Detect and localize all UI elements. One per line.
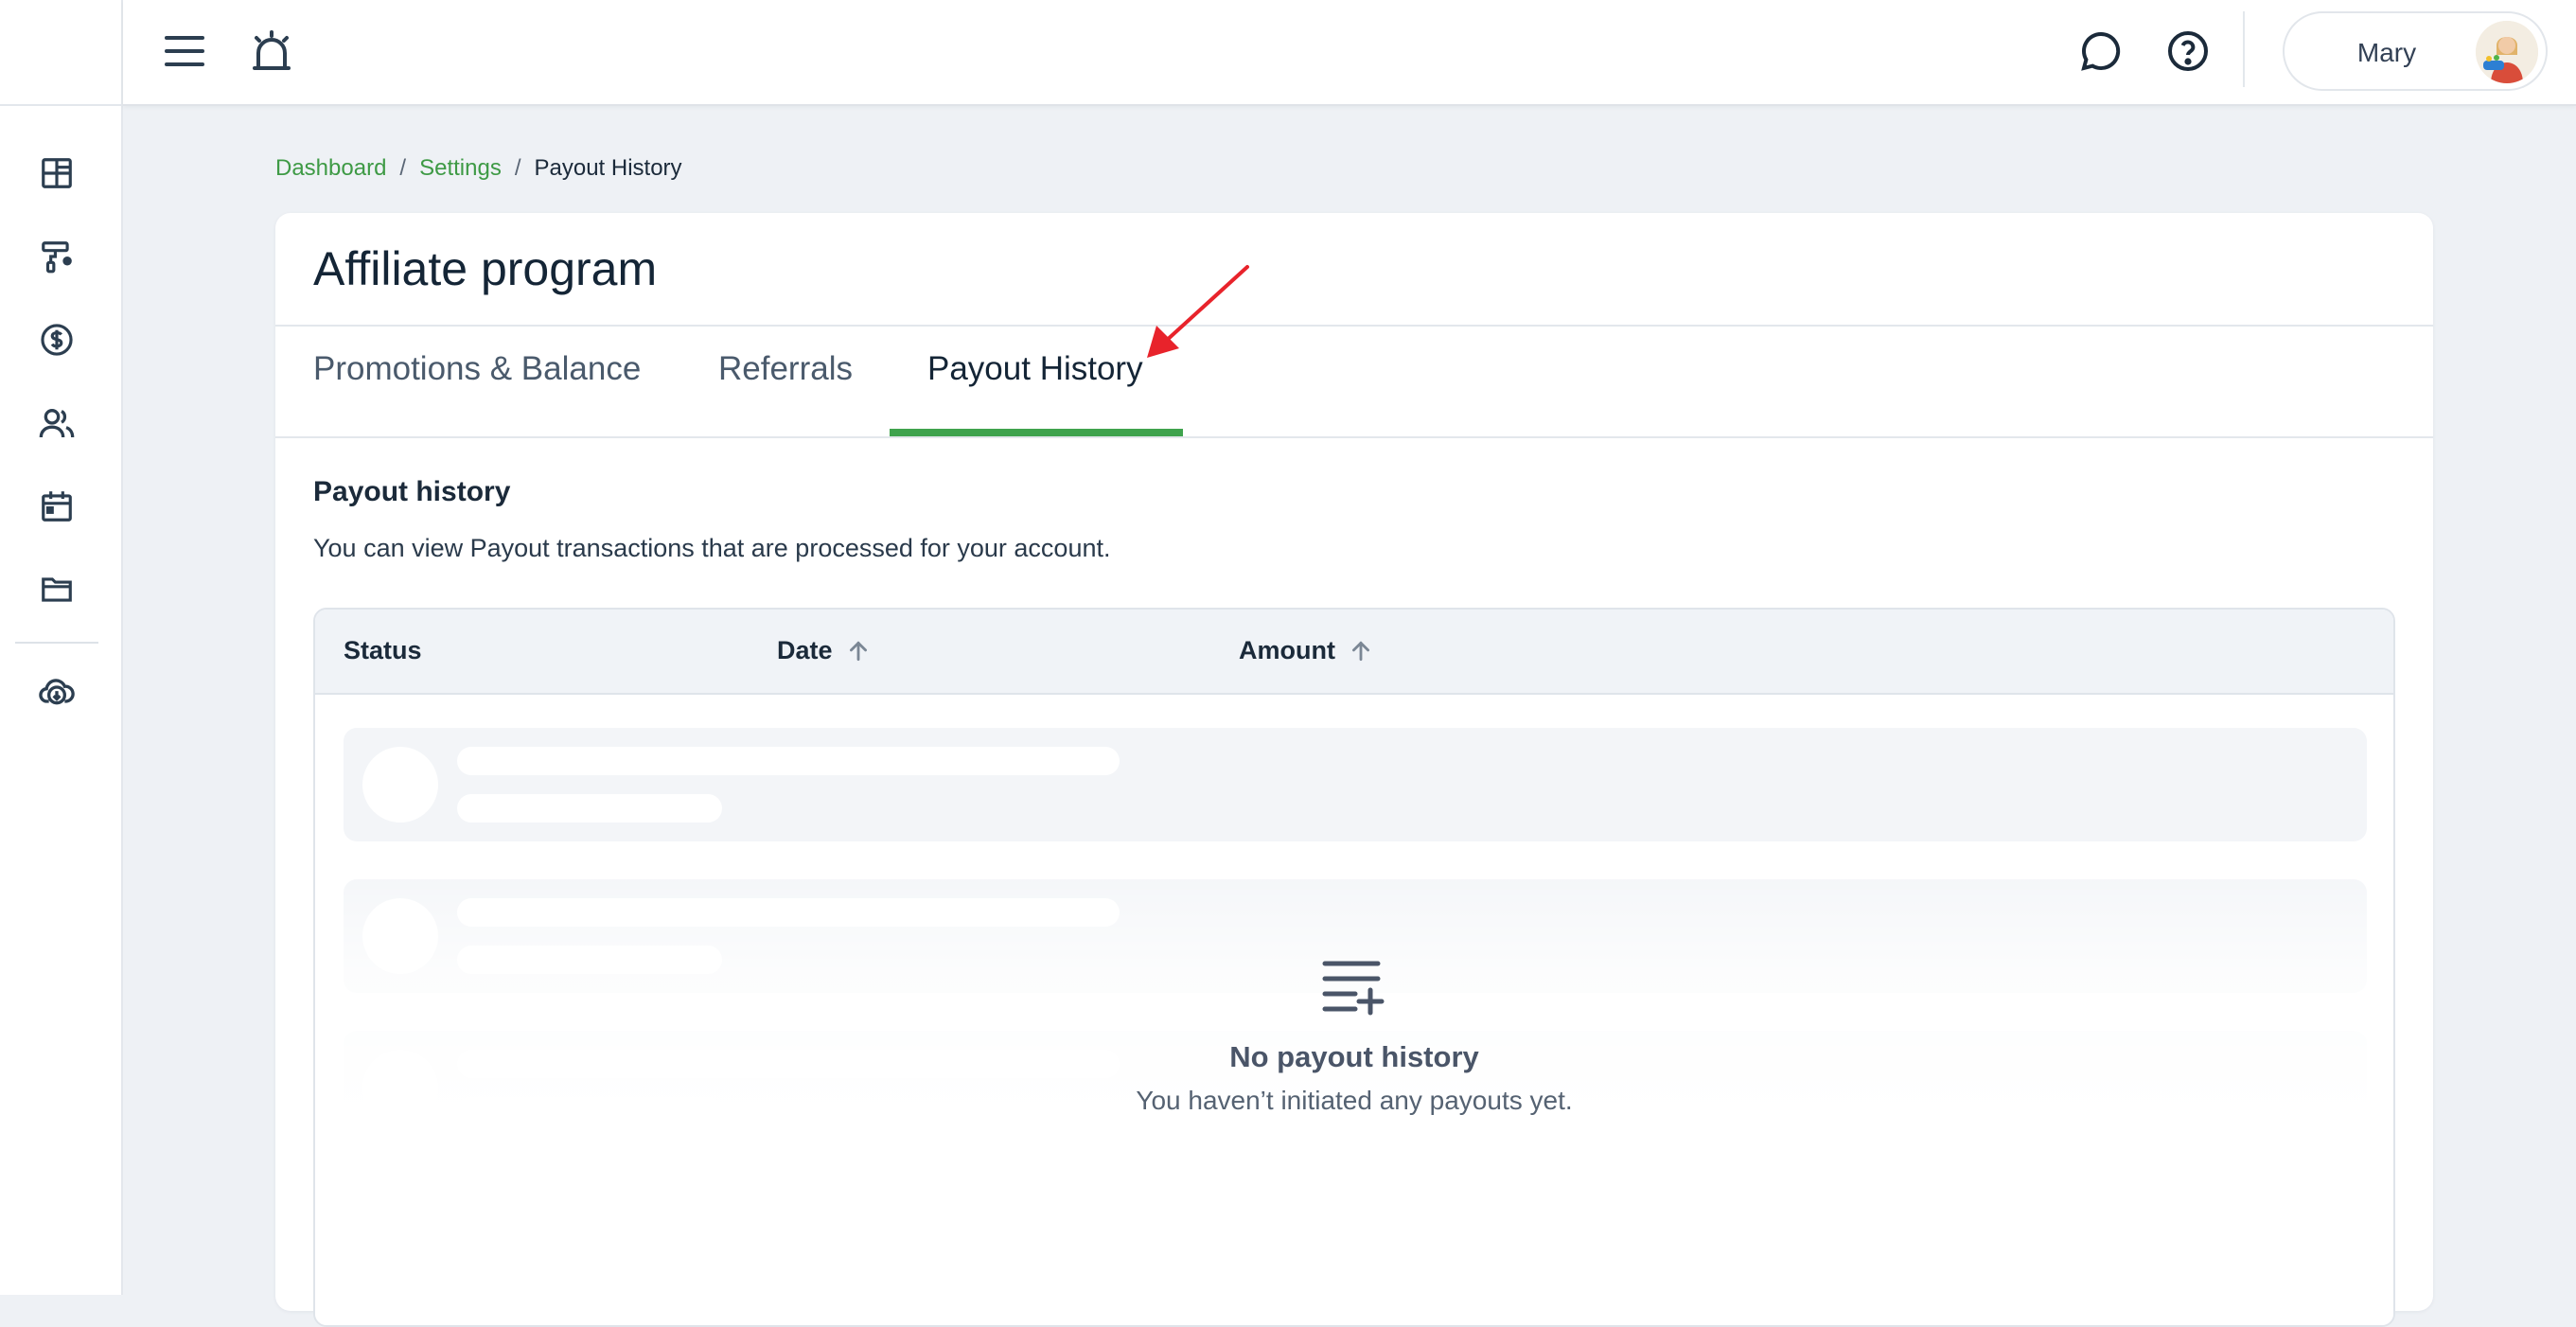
list-add-icon — [1322, 961, 1385, 1016]
hamburger-menu-icon — [165, 36, 204, 66]
breadcrumb-separator: / — [399, 155, 407, 181]
avatar — [2476, 21, 2538, 83]
skeleton-line — [457, 794, 722, 823]
tabs-divider — [275, 436, 2433, 438]
alerts-button[interactable] — [243, 23, 300, 80]
empty-state-title: No payout history — [1229, 1040, 1479, 1073]
skeleton-row — [344, 728, 2367, 841]
sidebar-item-paint[interactable] — [33, 233, 80, 280]
skeleton-line — [457, 747, 1120, 775]
column-status-label: Status — [344, 636, 422, 664]
column-status[interactable]: Status — [344, 636, 422, 665]
calendar-icon — [42, 491, 72, 522]
column-date[interactable]: Date — [777, 636, 871, 665]
sidebar-item-billing[interactable] — [33, 316, 80, 363]
main-card: Affiliate program Promotions & Balance R… — [275, 213, 2433, 1327]
arrow-up-icon — [849, 640, 867, 661]
cloud-download-icon — [39, 679, 75, 705]
skeleton-avatar — [362, 747, 438, 823]
dashboard-grid-icon — [42, 158, 72, 188]
paint-roller-icon — [42, 241, 72, 274]
active-tab-indicator — [890, 429, 1183, 436]
menu-button[interactable] — [156, 23, 213, 80]
sidebar-item-calendar[interactable] — [33, 483, 80, 530]
sidebar — [0, 0, 123, 1295]
column-amount-label: Amount — [1239, 636, 1335, 664]
column-amount[interactable]: Amount — [1239, 636, 1373, 665]
users-icon — [39, 409, 75, 438]
header-divider — [2243, 11, 2245, 87]
empty-state: No payout history You haven’t initiated … — [315, 958, 2393, 1116]
breadcrumb-settings[interactable]: Settings — [419, 155, 502, 182]
sidebar-logo-area — [0, 0, 121, 106]
empty-state-subtitle: You haven’t initiated any payouts yet. — [1136, 1086, 1573, 1115]
column-date-label: Date — [777, 636, 833, 664]
section-description: You can view Payout transactions that ar… — [313, 534, 1111, 562]
section-title: Payout history — [313, 476, 511, 507]
help-circle-icon — [2168, 31, 2208, 71]
title-divider — [275, 325, 2433, 327]
sidebar-item-dashboard[interactable] — [33, 150, 80, 197]
tab-payout-history[interactable]: Payout History — [927, 350, 1143, 388]
user-menu[interactable]: Mary — [2283, 11, 2548, 91]
breadcrumb-current: Payout History — [534, 155, 682, 181]
help-button[interactable] — [2160, 23, 2216, 80]
user-name: Mary — [2356, 38, 2417, 67]
chat-bubble-icon — [2081, 31, 2121, 71]
arrow-up-icon — [1351, 640, 1369, 661]
sidebar-item-files[interactable] — [33, 566, 80, 613]
folder-icon — [42, 577, 72, 602]
tab-promotions-balance[interactable]: Promotions & Balance — [313, 350, 641, 388]
breadcrumb: Dashboard / Settings / Payout History — [275, 155, 682, 182]
payout-table: Status Date Amount No payout history You… — [313, 608, 2395, 1327]
sidebar-divider — [15, 642, 98, 644]
chat-button[interactable] — [2073, 23, 2129, 80]
dollar-circle-icon — [41, 324, 73, 356]
sidebar-item-users[interactable] — [33, 399, 80, 447]
table-header: Status Date Amount — [315, 610, 2393, 695]
top-header: Mary — [123, 0, 2576, 106]
tab-referrals[interactable]: Referrals — [718, 350, 853, 388]
page-title: Affiliate program — [313, 242, 658, 295]
sidebar-item-download[interactable] — [33, 668, 80, 716]
breadcrumb-separator: / — [514, 155, 521, 181]
alarm-siren-icon — [253, 30, 291, 70]
breadcrumb-dashboard[interactable]: Dashboard — [275, 155, 386, 182]
